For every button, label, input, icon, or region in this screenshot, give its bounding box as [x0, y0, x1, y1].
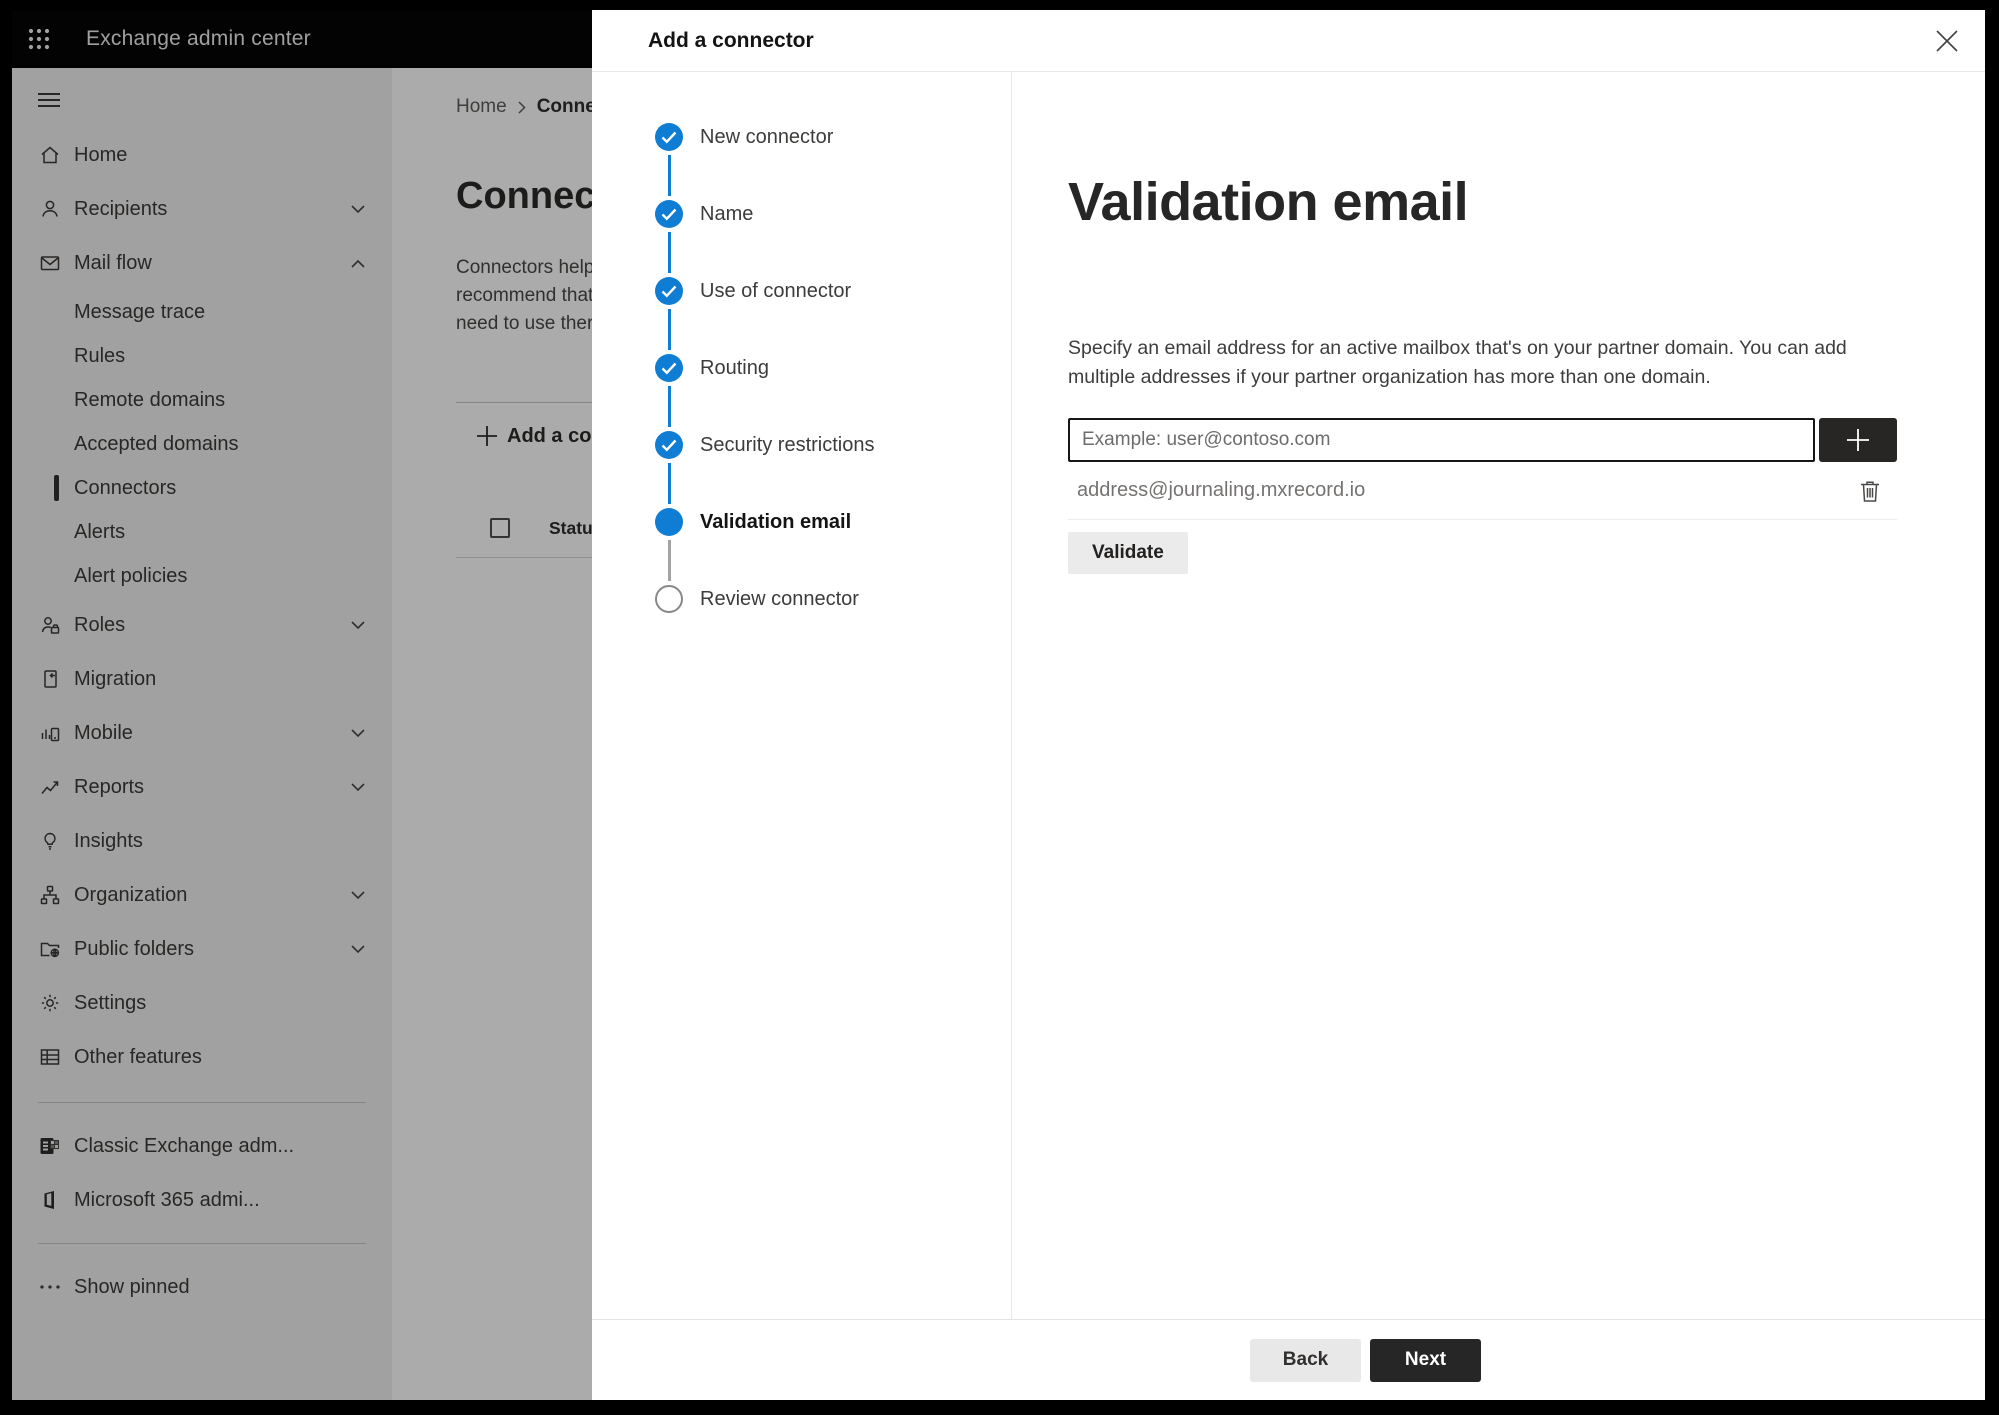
wizard-step-routing[interactable]: Routing	[655, 354, 1011, 427]
exchange-admin-window: Exchange admin center Home Recipients Ma…	[12, 10, 1985, 1400]
step-label: Routing	[700, 356, 769, 379]
screenshot-canvas: Exchange admin center Home Recipients Ma…	[0, 0, 1999, 1415]
plus-icon	[1847, 429, 1869, 451]
step-complete-icon	[655, 354, 683, 382]
step-label: New connector	[700, 125, 834, 148]
step-current-icon	[655, 508, 683, 536]
validation-address-row: address@journaling.mxrecord.io	[1068, 462, 1897, 520]
validate-button[interactable]: Validate	[1068, 532, 1188, 574]
step-complete-icon	[655, 431, 683, 459]
delete-address-button[interactable]	[1859, 479, 1881, 503]
email-input-row	[1068, 418, 1985, 462]
validation-address: address@journaling.mxrecord.io	[1077, 479, 1366, 501]
wizard-steps: New connector Name Use of connector Rout…	[592, 72, 1012, 1319]
validation-email-input[interactable]	[1068, 418, 1815, 462]
step-complete-icon	[655, 200, 683, 228]
step-complete-icon	[655, 123, 683, 151]
step-label: Security restrictions	[700, 433, 875, 456]
dialog-footer: Back Next	[592, 1319, 1985, 1400]
step-label: Review connector	[700, 587, 859, 610]
dialog-body: New connector Name Use of connector Rout…	[592, 72, 1985, 1319]
panel-heading: Validation email	[1068, 172, 1469, 232]
dialog-header: Add a connector	[592, 10, 1985, 72]
wizard-step-validation-email[interactable]: Validation email	[655, 508, 1011, 581]
step-complete-icon	[655, 277, 683, 305]
validation-email-panel: Validation email Specify an email addres…	[1012, 72, 1985, 1319]
add-email-button[interactable]	[1819, 418, 1897, 462]
step-label: Use of connector	[700, 279, 852, 302]
wizard-step-name[interactable]: Name	[655, 200, 1011, 273]
wizard-step-use-of-connector[interactable]: Use of connector	[655, 277, 1011, 350]
next-button[interactable]: Next	[1370, 1338, 1481, 1382]
trash-icon	[1861, 480, 1879, 502]
dialog-title: Add a connector	[648, 28, 814, 52]
wizard-step-security-restrictions[interactable]: Security restrictions	[655, 431, 1011, 504]
step-upcoming-icon	[655, 585, 683, 613]
back-button[interactable]: Back	[1250, 1338, 1361, 1382]
wizard-step-review-connector[interactable]: Review connector	[655, 585, 1011, 613]
step-label: Validation email	[700, 510, 852, 533]
wizard-step-new-connector[interactable]: New connector	[655, 123, 1011, 196]
add-connector-dialog: Add a connector New connector Name Use o…	[592, 10, 1985, 1400]
panel-description: Specify an email address for an active m…	[1068, 337, 1847, 388]
close-icon[interactable]	[1933, 27, 1961, 55]
step-label: Name	[700, 202, 754, 225]
